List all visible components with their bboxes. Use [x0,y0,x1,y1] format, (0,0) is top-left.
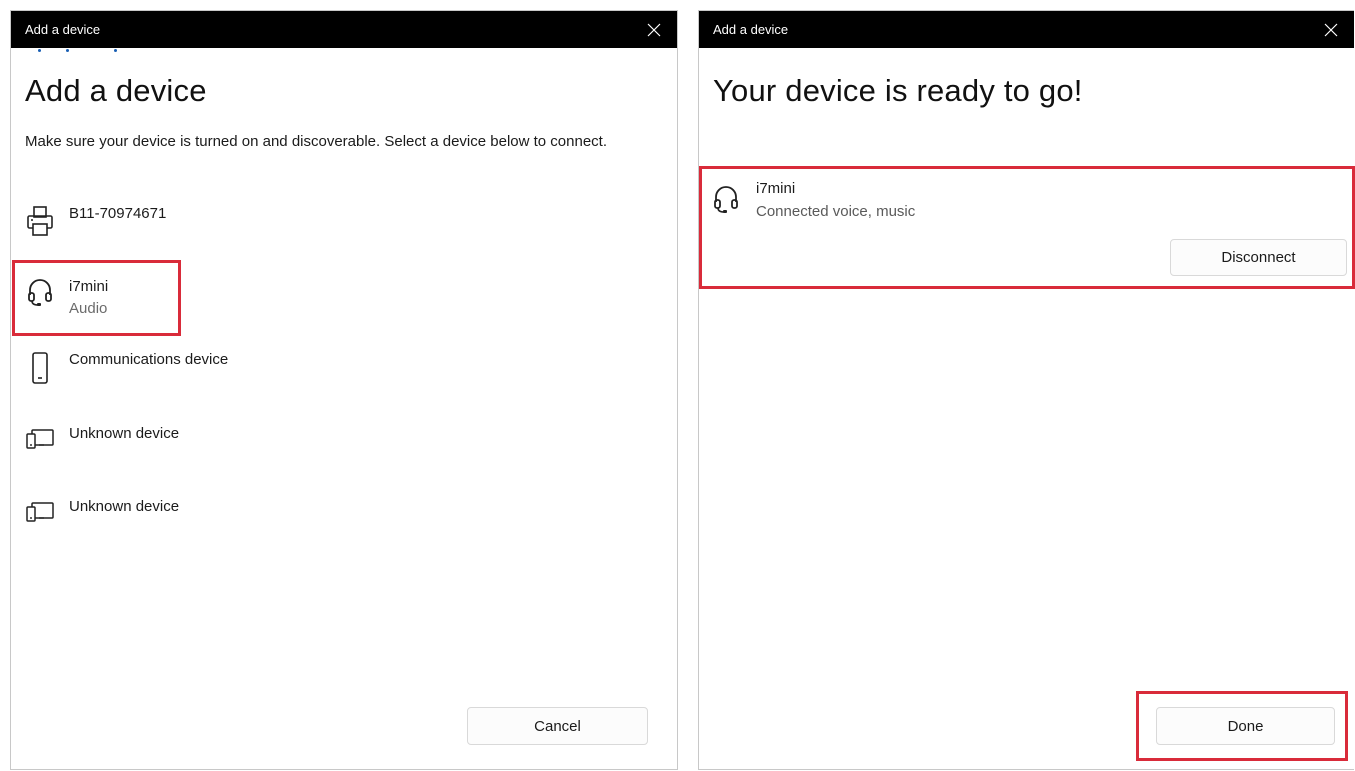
page-title: Add a device [25,73,207,108]
window-title: Add a device [713,22,789,37]
device-name: i7mini [69,278,109,295]
device-item[interactable]: B11-70974671 [25,203,625,257]
close-icon[interactable] [643,19,665,41]
device-item[interactable]: Communications device [25,349,625,403]
add-device-dialog: Add a device Add a device Make sure your… [10,10,678,770]
devices-icon [25,423,55,459]
close-icon[interactable] [1320,19,1342,41]
device-name: Unknown device [69,498,180,515]
device-type: Audio [69,300,108,317]
title-bar: Add a device [699,11,1354,48]
devices-icon [25,496,55,532]
device-item[interactable]: Unknown device [25,496,625,550]
device-name: Communications device [69,351,229,368]
page-title: Your device is ready to go! [713,73,1083,108]
window-title: Add a device [25,22,101,37]
instructions-text: Make sure your device is turned on and d… [25,133,607,150]
device-name: i7mini [756,180,796,197]
printer-icon [25,203,55,239]
device-name: B11-70974671 [69,205,167,222]
done-button[interactable]: Done [1156,707,1335,745]
disconnect-button[interactable]: Disconnect [1170,239,1347,276]
device-name: Unknown device [69,425,180,442]
headphones-icon [713,185,741,215]
connected-device-card: i7mini Connected voice, music Disconnect [699,167,1355,287]
cancel-button[interactable]: Cancel [467,707,648,745]
title-bar: Add a device [11,11,677,48]
connection-status: Connected voice, music [756,203,916,220]
add-device-complete-dialog: Add a device Your device is ready to go!… [698,10,1355,770]
headphones-icon [25,276,55,312]
progress-dots [38,49,128,55]
phone-icon [25,349,55,385]
device-item[interactable]: Unknown device [25,423,625,477]
device-item-i7mini[interactable]: i7mini Audio [25,276,625,330]
